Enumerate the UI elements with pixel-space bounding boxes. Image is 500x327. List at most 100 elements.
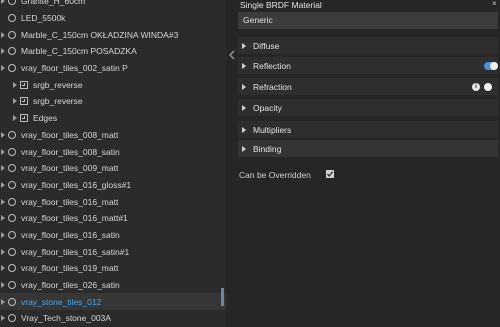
section-toggle[interactable]: [484, 83, 498, 91]
expand-arrow-icon[interactable]: [242, 146, 246, 152]
expand-arrow-icon[interactable]: [1, 244, 5, 260]
tree-texture-item[interactable]: Edges: [0, 110, 226, 127]
material-icon: [8, 14, 16, 23]
material-icon: [8, 164, 16, 173]
tree-material-item[interactable]: vray_floor_tiles_016_satin: [0, 227, 226, 244]
toggle-knob: [484, 83, 492, 91]
expand-arrow-icon[interactable]: [13, 110, 17, 126]
texture-icon: [20, 97, 28, 106]
tree-material-item[interactable]: Marble_C_150cm OKŁADZINA WINDA#3: [0, 26, 226, 43]
tree-item-label: vray_floor_tiles_019_matt: [21, 263, 119, 274]
override-checkbox[interactable]: [326, 170, 334, 178]
material-icon: [8, 0, 16, 6]
tree-item-label: Marble_C_150cm OKŁADZINA WINDA#3: [21, 29, 179, 40]
section-label: Opacity: [253, 102, 282, 113]
info-icon[interactable]: i: [472, 83, 480, 91]
expand-arrow-icon[interactable]: [1, 43, 5, 59]
material-icon: [8, 281, 16, 290]
section-label: Binding: [253, 143, 282, 154]
tree-material-item[interactable]: vray_floor_tiles_019_matt: [0, 260, 226, 277]
tree-material-item[interactable]: vray_floor_tiles_009_matt: [0, 160, 226, 177]
tree-scrollbar-thumb[interactable]: [221, 288, 224, 306]
expand-arrow-icon[interactable]: [1, 277, 5, 293]
tree-item-label: vray_floor_tiles_016_matt#1: [21, 213, 128, 224]
expand-arrow-icon[interactable]: [1, 194, 5, 210]
tree-item-label: LED_5500k: [21, 13, 66, 24]
material-icon: [8, 247, 16, 256]
tree-material-item[interactable]: Marble_C_150cm POSADZKA: [0, 43, 226, 60]
expand-arrow-icon[interactable]: [242, 127, 246, 133]
material-icon: [8, 297, 16, 306]
expand-arrow-icon[interactable]: [242, 84, 246, 90]
material-icon: [8, 180, 16, 189]
tree-item-label: vray_floor_tiles_002_satin P: [21, 63, 128, 74]
expand-arrow-icon[interactable]: [242, 43, 246, 49]
expand-arrow-icon[interactable]: [242, 105, 246, 111]
tree-material-item[interactable]: vray_floor_tiles_008_satin: [0, 143, 226, 160]
material-icon: [8, 30, 16, 39]
material-icon: [8, 130, 16, 139]
section-opacity[interactable]: Opacity: [238, 99, 498, 116]
expand-arrow-icon[interactable]: [1, 127, 5, 143]
close-icon[interactable]: ×: [492, 0, 498, 8]
section-diffuse[interactable]: Diffuse: [238, 37, 498, 54]
texture-icon: [20, 114, 28, 123]
expand-arrow-icon[interactable]: [13, 93, 17, 109]
expand-arrow-icon[interactable]: [1, 310, 5, 326]
collapse-arrow-icon[interactable]: [229, 50, 235, 60]
expand-arrow-icon[interactable]: [1, 60, 5, 76]
tree-material-item[interactable]: Vray_Tech_stone_003A: [0, 310, 226, 327]
tree-item-label: Edges: [33, 113, 58, 124]
tree-material-item[interactable]: vray_floor_tiles_016_matt#1: [0, 210, 226, 227]
tree-item-label: Vray_Tech_stone_003A: [21, 313, 111, 324]
tree-item-label: vray_floor_tiles_016_matt: [21, 196, 119, 207]
tree-item-label: Marble_C_150cm POSADZKA: [21, 46, 137, 57]
tree-material-item[interactable]: vray_floor_tiles_008_matt: [0, 127, 226, 144]
tree-item-label: vray_floor_tiles_026_satin: [21, 280, 120, 291]
expand-arrow-icon[interactable]: [1, 260, 5, 276]
texture-icon: [20, 80, 28, 89]
material-tree-panel: Granite_H_60cm LED_5500k Marble_C_150cm OK…: [0, 0, 226, 327]
expand-arrow-icon[interactable]: [1, 144, 5, 160]
expand-arrow-icon[interactable]: [13, 77, 17, 93]
tree-material-item[interactable]: Granite_H_60cm: [0, 0, 226, 10]
preset-dropdown[interactable]: Generic: [238, 12, 498, 29]
expand-arrow-icon[interactable]: [1, 27, 5, 43]
section-toggle[interactable]: [484, 62, 498, 70]
tree-item-label: vray_floor_tiles_009_matt: [21, 163, 119, 174]
tree-material-item[interactable]: vray_floor_tiles_026_satin: [0, 277, 226, 294]
expand-arrow-icon[interactable]: [1, 227, 5, 243]
tree-item-label: vray_floor_tiles_016_gloss#1: [21, 179, 132, 190]
expand-arrow-icon[interactable]: [1, 177, 5, 193]
expand-arrow-icon[interactable]: [1, 294, 5, 310]
material-icon: [8, 147, 16, 156]
material-tree: Granite_H_60cm LED_5500k Marble_C_150cm OK…: [0, 0, 226, 327]
tree-material-item[interactable]: vray_floor_tiles_016_gloss#1: [0, 177, 226, 194]
tree-material-item[interactable]: vray_stone_tiles_012: [0, 293, 226, 311]
tree-material-item[interactable]: vray_floor_tiles_016_satin#1: [0, 243, 226, 260]
section-label: Refraction: [253, 81, 292, 92]
tree-item-label: vray_stone_tiles_012: [21, 296, 102, 307]
expand-arrow-icon[interactable]: [1, 210, 5, 226]
section-binding[interactable]: Binding: [238, 140, 498, 157]
tree-texture-item[interactable]: srgb_reverse: [0, 93, 226, 110]
material-icon: [8, 197, 16, 206]
section-multipliers[interactable]: Multipliers: [238, 121, 498, 138]
section-refraction[interactable]: Refraction i: [238, 78, 498, 95]
expand-arrow-icon[interactable]: [242, 63, 246, 69]
section-label: Reflection: [253, 60, 291, 71]
tree-item-label: srgb_reverse: [33, 79, 83, 90]
expand-arrow-icon[interactable]: [1, 160, 5, 176]
expand-arrow-icon[interactable]: [1, 0, 5, 9]
override-label: Can be Overridden: [239, 170, 311, 180]
tree-material-item[interactable]: vray_floor_tiles_002_satin P: [0, 60, 226, 77]
tree-texture-item[interactable]: srgb_reverse: [0, 76, 226, 93]
material-icon: [8, 64, 16, 73]
tree-material-item[interactable]: vray_floor_tiles_016_matt: [0, 193, 226, 210]
section-reflection[interactable]: Reflection: [238, 57, 498, 74]
tree-item-label: Granite_H_60cm: [21, 0, 86, 7]
tree-item-label: vray_floor_tiles_008_matt: [21, 129, 119, 140]
tree-material-item[interactable]: LED_5500k: [0, 10, 226, 27]
material-icon: [8, 214, 16, 223]
material-icon: [8, 264, 16, 273]
